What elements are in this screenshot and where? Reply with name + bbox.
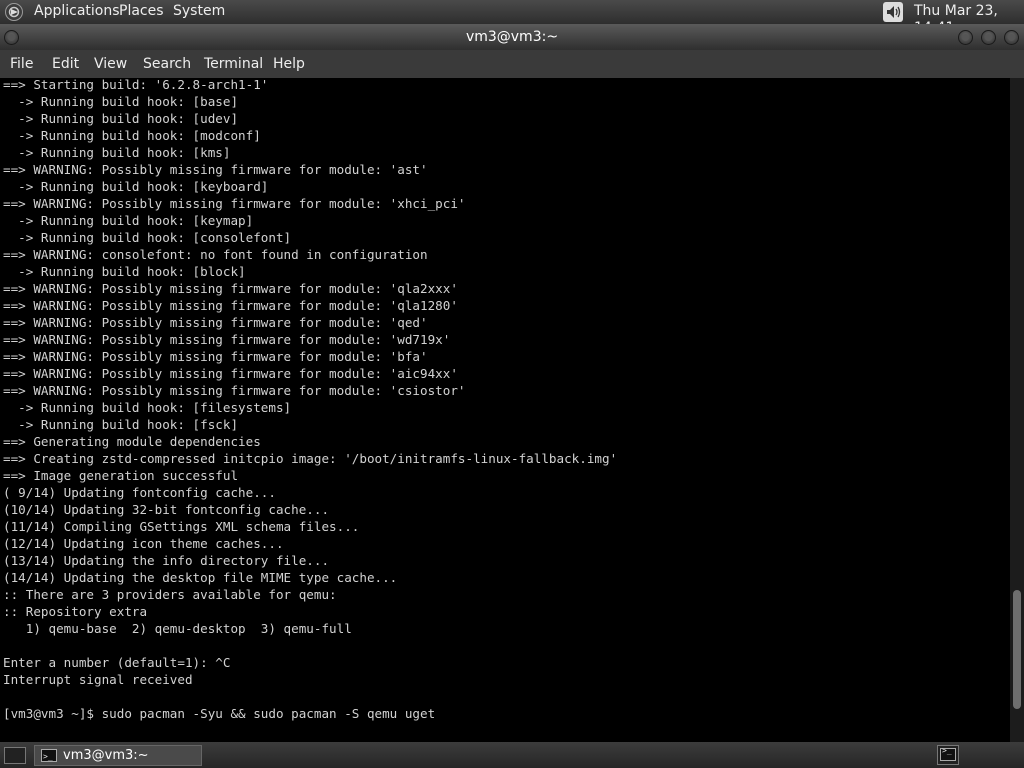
terminal-line: ==> WARNING: Possibly missing firmware f… [3, 281, 458, 296]
menu-file[interactable]: File [10, 55, 33, 73]
terminal-line: -> Running build hook: [filesystems] [3, 400, 292, 415]
gnome-foot-icon[interactable] [4, 2, 24, 22]
terminal-line: Interrupt signal received [3, 672, 193, 687]
terminal-line: (12/14) Updating icon theme caches... [3, 536, 284, 551]
terminal-line: -> Running build hook: [fsck] [3, 417, 239, 432]
window-title: vm3@vm3:~ [465, 29, 559, 45]
terminal-line: ==> WARNING: Possibly missing firmware f… [3, 196, 466, 211]
minimize-icon[interactable] [958, 30, 973, 45]
terminal-line: -> Running build hook: [keyboard] [3, 179, 269, 194]
menu-applications[interactable]: Applications [34, 3, 120, 20]
scrollbar-thumb[interactable] [1013, 589, 1021, 710]
terminal-line: :: There are 3 providers available for q… [3, 587, 337, 602]
volume-icon[interactable] [882, 1, 904, 23]
terminal-line: ==> Image generation successful [3, 468, 239, 483]
taskbar-window-label: vm3@vm3:~ [63, 748, 149, 763]
terminal-line: ==> WARNING: Possibly missing firmware f… [3, 332, 451, 347]
bottom-panel: vm3@vm3:~ [0, 742, 1024, 768]
terminal-line: ==> WARNING: Possibly missing firmware f… [3, 366, 458, 381]
terminal-line: -> Running build hook: [udev] [3, 111, 239, 126]
terminal-line: ( 9/14) Updating fontconfig cache... [3, 485, 276, 500]
taskbar-window-button[interactable]: vm3@vm3:~ [34, 745, 202, 766]
menu-places[interactable]: Places [119, 3, 164, 20]
window-titlebar[interactable]: vm3@vm3:~ [0, 24, 1024, 50]
show-desktop-icon[interactable] [4, 747, 26, 764]
terminal-line: [vm3@vm3 ~]$ sudo pacman -Syu && sudo pa… [3, 706, 436, 721]
terminal-line: Enter a number (default=1): ^C [3, 655, 231, 670]
tray-terminal-icon[interactable] [937, 745, 959, 765]
menubar: File Edit View Search Terminal Help [0, 50, 1024, 78]
terminal-area[interactable]: ==> Starting build: '6.2.8-arch1-1' -> R… [0, 78, 1010, 742]
terminal-line: -> Running build hook: [modconf] [3, 128, 261, 143]
terminal-icon [940, 746, 956, 761]
terminal-icon [41, 747, 57, 766]
menu-edit[interactable]: Edit [52, 55, 79, 73]
terminal-line: ==> WARNING: consolefont: no font found … [3, 247, 428, 262]
terminal-line: -> Running build hook: [keymap] [3, 213, 254, 228]
menu-terminal[interactable]: Terminal [204, 55, 263, 73]
terminal-line: ==> WARNING: Possibly missing firmware f… [3, 383, 466, 398]
terminal-line: -> Running build hook: [base] [3, 94, 239, 109]
window-menu-icon[interactable] [4, 30, 19, 45]
terminal-line: -> Running build hook: [block] [3, 264, 246, 279]
terminal-line: ==> Generating module dependencies [3, 434, 261, 449]
terminal-line: (11/14) Compiling GSettings XML schema f… [3, 519, 360, 534]
terminal-line: -> Running build hook: [consolefont] [3, 230, 292, 245]
terminal-line: ==> WARNING: Possibly missing firmware f… [3, 298, 458, 313]
terminal-output[interactable]: ==> Starting build: '6.2.8-arch1-1' -> R… [3, 78, 617, 722]
terminal-line: ==> WARNING: Possibly missing firmware f… [3, 315, 428, 330]
terminal-line: 1) qemu-base 2) qemu-desktop 3) qemu-ful… [3, 621, 352, 636]
menu-help[interactable]: Help [273, 55, 305, 73]
terminal-line: (13/14) Updating the info directory file… [3, 553, 330, 568]
menu-search[interactable]: Search [143, 55, 191, 73]
close-icon[interactable] [1004, 30, 1019, 45]
terminal-line: (10/14) Updating 32-bit fontconfig cache… [3, 502, 330, 517]
terminal-line: ==> Creating zstd-compressed initcpio im… [3, 451, 618, 466]
terminal-line: ==> WARNING: Possibly missing firmware f… [3, 162, 428, 177]
top-panel: Applications Places System Thu Mar 23, 1… [0, 0, 1024, 36]
menu-system[interactable]: System [173, 3, 225, 20]
terminal-line: -> Running build hook: [kms] [3, 145, 231, 160]
menu-view[interactable]: View [94, 55, 127, 73]
terminal-line: (14/14) Updating the desktop file MIME t… [3, 570, 398, 585]
maximize-icon[interactable] [981, 30, 996, 45]
terminal-line: :: Repository extra [3, 604, 148, 619]
terminal-line: ==> WARNING: Possibly missing firmware f… [3, 349, 428, 364]
vertical-scrollbar[interactable] [1010, 78, 1024, 742]
terminal-line: ==> Starting build: '6.2.8-arch1-1' [3, 78, 269, 92]
